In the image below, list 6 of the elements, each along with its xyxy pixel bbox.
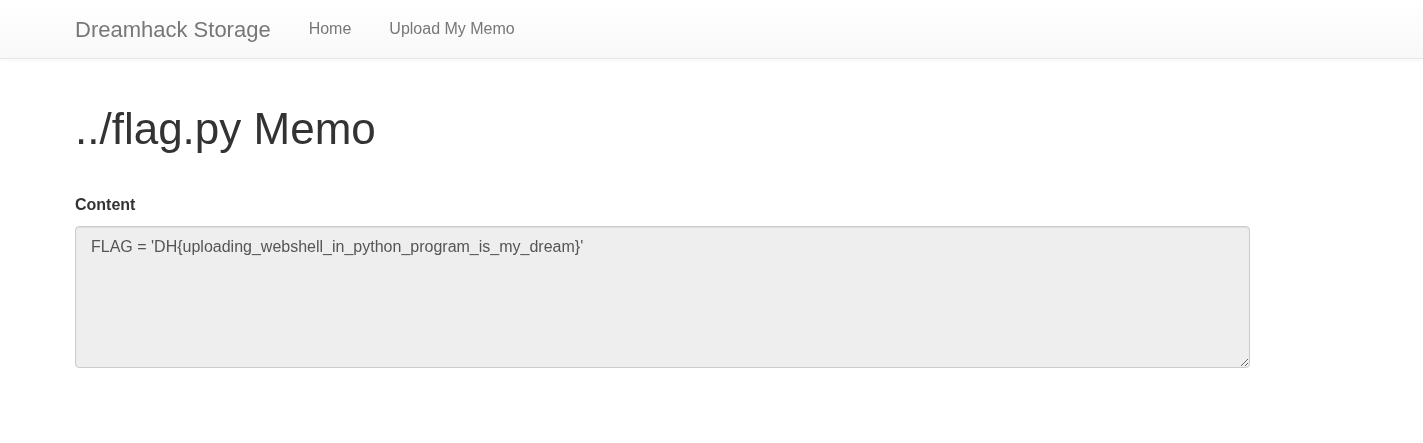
content-textarea[interactable]: FLAG = 'DH{uploading_webshell_in_python_program_is_my_dream}': [75, 226, 1250, 369]
field-label: Content: [75, 195, 137, 216]
nav-link[interactable]: Home: [308, 17, 352, 41]
nav-link[interactable]: Upload My Memo: [389, 17, 515, 41]
page-heading: ../flag.py Memo: [75, 105, 377, 154]
brand-link[interactable]: Dreamhack Storage: [75, 12, 271, 46]
